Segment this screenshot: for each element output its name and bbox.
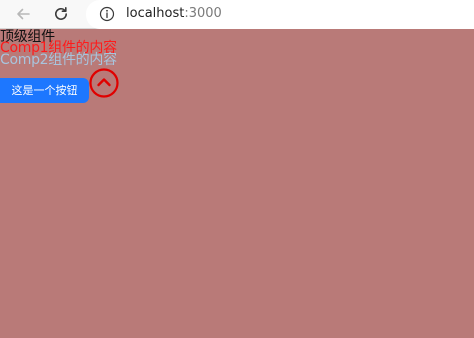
back-arrow-icon: [17, 8, 30, 20]
url-text[interactable]: localhost:3000: [126, 5, 222, 22]
primary-button[interactable]: 这是一个按钮: [0, 78, 89, 103]
url-port: :3000: [184, 6, 222, 21]
reload-button[interactable]: [50, 3, 72, 25]
url-host: localhost: [126, 6, 185, 21]
browser-window: localhost:3000 顶级组件 Comp1组件的内容 Comp2组件的内…: [0, 0, 474, 338]
reload-icon: [55, 7, 67, 20]
back-button[interactable]: [12, 3, 34, 25]
info-icon[interactable]: [99, 6, 115, 22]
browser-toolbar: localhost:3000: [0, 0, 474, 29]
page-content: 顶级组件 Comp1组件的内容 Comp2组件的内容 这是一个按钮: [0, 29, 474, 338]
chevron-up-icon: [89, 68, 119, 98]
comp2-content: Comp2组件的内容: [0, 52, 117, 68]
circle-up-button[interactable]: [89, 68, 119, 98]
address-bar[interactable]: localhost:3000: [86, 0, 474, 29]
